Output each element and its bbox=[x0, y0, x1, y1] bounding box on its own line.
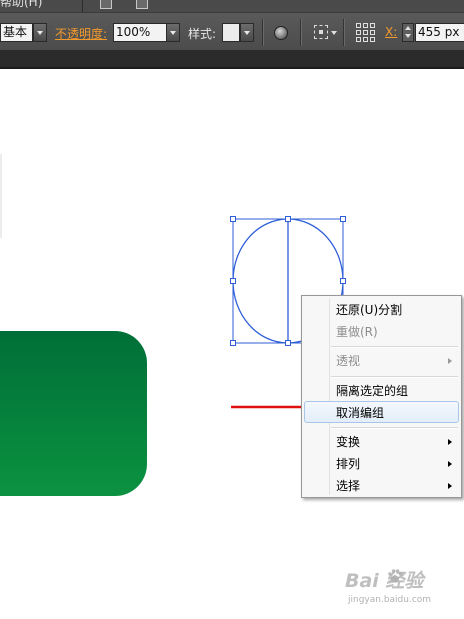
menu-separator bbox=[331, 427, 458, 428]
submenu-arrow-icon bbox=[448, 358, 452, 364]
transform-dropdown-icon[interactable] bbox=[331, 31, 337, 35]
baidu-jingyan-watermark: Bai 经验 jingyan.baidu.com bbox=[345, 566, 445, 612]
x-label[interactable]: X: bbox=[385, 25, 397, 39]
opacity-input[interactable]: 100% bbox=[113, 23, 167, 42]
menu-item-arrange[interactable]: 排列 bbox=[304, 453, 459, 475]
baidu-paw-icon bbox=[388, 569, 403, 583]
graphic-style-dropdown-icon[interactable] bbox=[240, 23, 254, 42]
illustrator-window: 帮助(H) 基本 不透明度: 100% 样式: X: 455 px 还原(U)分… bbox=[0, 0, 464, 619]
submenu-arrow-icon bbox=[448, 439, 452, 445]
control-bar: 基本 不透明度: 100% 样式: X: 455 px bbox=[0, 12, 464, 50]
menu-bar: 帮助(H) bbox=[0, 0, 464, 12]
recolor-artwork-icon[interactable] bbox=[274, 26, 288, 40]
menu-item-redo[interactable]: 重做(R) bbox=[304, 321, 459, 343]
opacity-dropdown-icon[interactable] bbox=[166, 23, 180, 42]
green-rounded-rectangle[interactable] bbox=[0, 331, 147, 496]
transform-options-icon[interactable] bbox=[314, 25, 328, 39]
graphic-style-swatch[interactable] bbox=[222, 23, 240, 42]
control-separator bbox=[343, 19, 344, 46]
menu-separator bbox=[82, 0, 83, 12]
menu-separator bbox=[331, 376, 458, 377]
watermark-url: jingyan.baidu.com bbox=[348, 595, 432, 605]
arrange-documents-icon[interactable] bbox=[136, 0, 148, 9]
control-separator bbox=[262, 19, 263, 46]
reference-point-icon[interactable] bbox=[356, 23, 375, 42]
menu-item-transform[interactable]: 变换 bbox=[304, 431, 459, 453]
opacity-label[interactable]: 不透明度: bbox=[55, 25, 107, 42]
menu-item-ungroup[interactable]: 取消编组 bbox=[304, 401, 459, 423]
document-tab-strip bbox=[0, 50, 464, 69]
x-stepper-icon[interactable] bbox=[402, 23, 414, 42]
menu-item-perspective[interactable]: 透视 bbox=[304, 350, 459, 372]
control-separator bbox=[300, 19, 301, 46]
context-menu: 还原(U)分割 重做(R) 透视 隔离选定的组 取消编组 变换 排列 选择 bbox=[301, 295, 462, 498]
menu-item-isolate-group[interactable]: 隔离选定的组 bbox=[304, 380, 459, 402]
style-label: 样式: bbox=[188, 27, 217, 41]
submenu-arrow-icon bbox=[448, 483, 452, 489]
menu-help[interactable]: 帮助(H) bbox=[0, 0, 42, 10]
menu-item-undo-divide[interactable]: 还原(U)分割 bbox=[304, 299, 459, 321]
submenu-arrow-icon bbox=[448, 461, 452, 467]
watermark-logo: Bai 经验 bbox=[345, 570, 424, 592]
menu-separator bbox=[331, 346, 458, 347]
style-preset-select[interactable]: 基本 bbox=[0, 23, 33, 42]
style-preset-dropdown-icon[interactable] bbox=[33, 23, 47, 42]
menu-item-select[interactable]: 选择 bbox=[304, 475, 459, 497]
bridge-icon[interactable] bbox=[100, 0, 112, 9]
panel-edge bbox=[0, 154, 2, 238]
x-position-input[interactable]: 455 px bbox=[415, 23, 464, 42]
